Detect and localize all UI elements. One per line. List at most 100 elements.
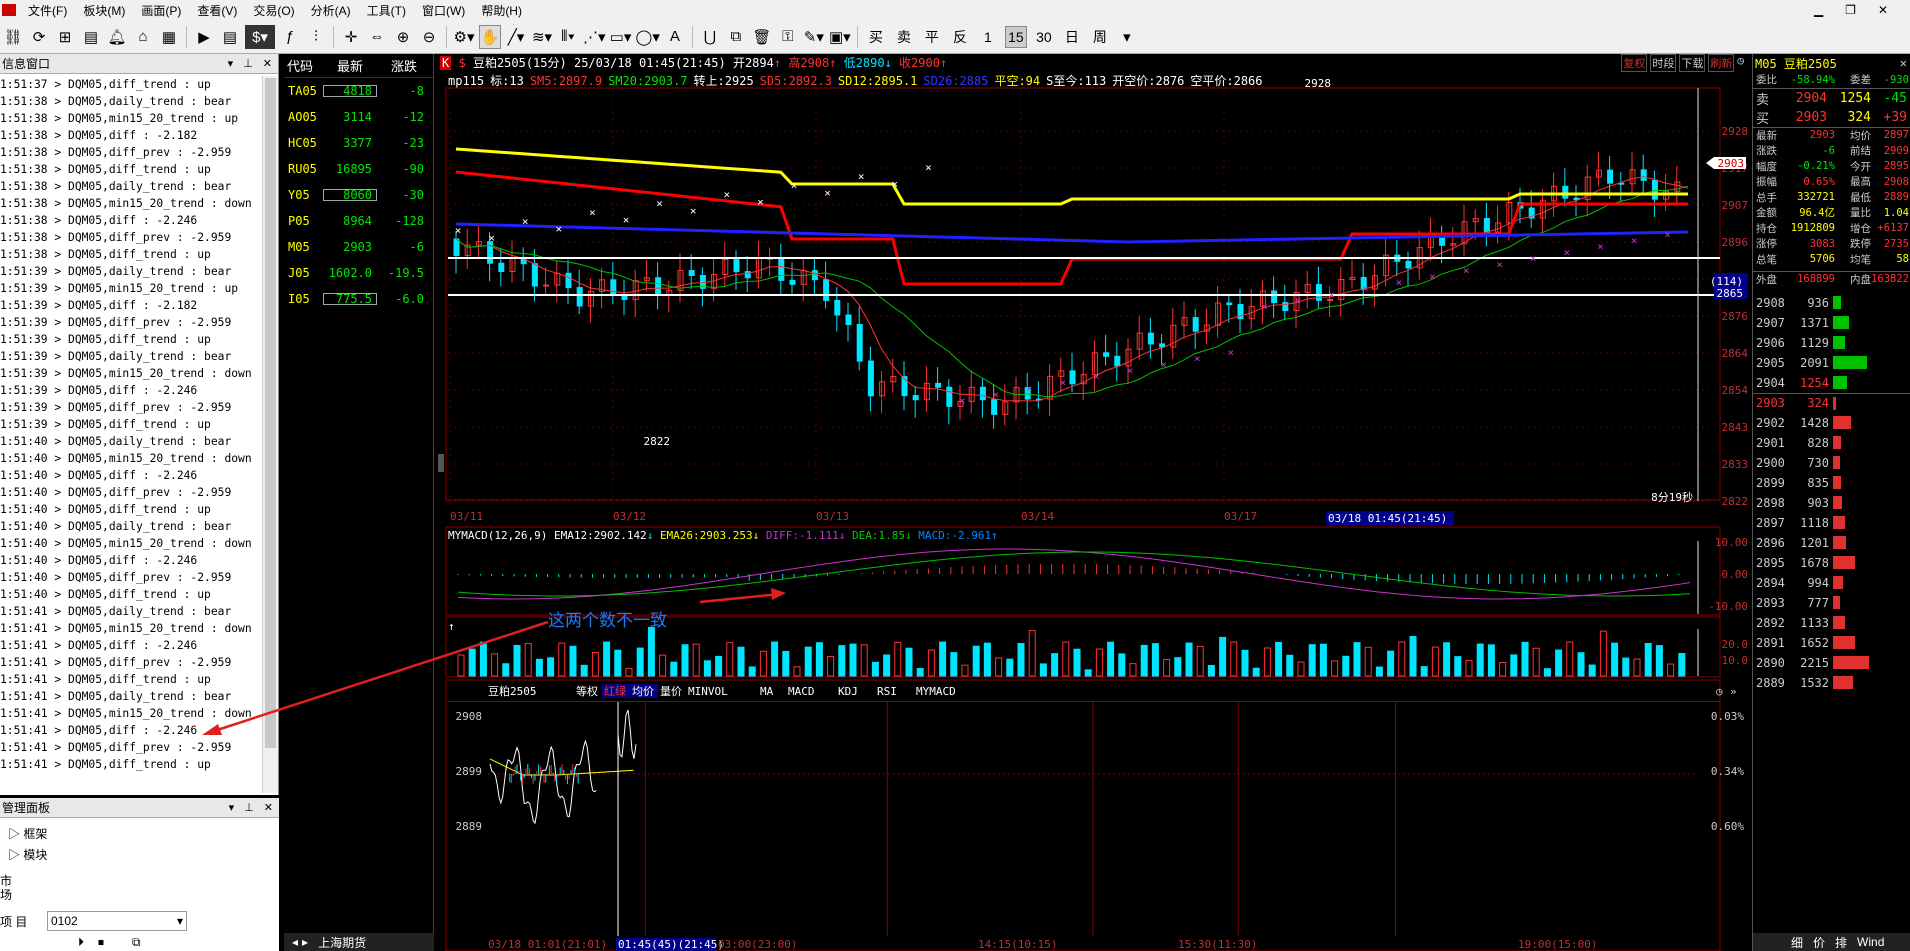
report-icon[interactable]: ▤ [219, 25, 241, 49]
menu-help[interactable]: 帮助(H) [473, 2, 530, 19]
quote-row[interactable]: Y05 8060 -30 [284, 182, 433, 208]
magnet-icon[interactable]: ⋃ [699, 25, 721, 49]
sell-button[interactable]: 卖 [893, 26, 915, 48]
quote-row[interactable]: AO05 3114 -12 [284, 104, 433, 130]
bell-icon[interactable]: 🔔︎ [106, 25, 128, 49]
pin-icon[interactable]: ⊥ [244, 801, 254, 814]
more-periods-icon[interactable]: ▾ [1116, 25, 1138, 49]
vertical-lines-icon[interactable]: ⦀▾ [557, 25, 579, 49]
play-icon[interactable]: ▶ [193, 25, 215, 49]
close-icon[interactable]: ✕ [264, 801, 273, 814]
intraday-tab[interactable]: MINVOL [688, 685, 728, 698]
text-tool-icon[interactable]: A [664, 25, 686, 49]
intraday-tab[interactable]: 豆粕2505 [488, 684, 537, 698]
intraday-tab[interactable]: KDJ [838, 685, 858, 698]
fan-tool-icon[interactable]: ⋰▾ [583, 25, 606, 49]
col-code[interactable]: 代码 [284, 56, 322, 75]
menu-analysis[interactable]: 分析(A) [303, 2, 359, 19]
tab-wind[interactable]: Wind [1857, 935, 1884, 949]
grid-icon[interactable]: ⊞ [54, 25, 76, 49]
menu-tools[interactable]: 工具(T) [359, 2, 414, 19]
scrollbar-thumb[interactable] [265, 78, 276, 748]
tab-detail[interactable]: 细 [1791, 934, 1803, 951]
item-combo[interactable]: 0102 ▾ [47, 911, 187, 931]
refresh-icon[interactable]: ⟳ [28, 25, 50, 49]
formula-icon[interactable]: ƒ [279, 25, 301, 49]
col-last[interactable]: 最新 [322, 56, 378, 75]
zoom-in-icon[interactable]: ⊕ [392, 25, 414, 49]
buy-button[interactable]: 买 [865, 26, 887, 48]
quote-row[interactable]: J05 1602.0 -19.5 [284, 260, 433, 286]
expand-icon[interactable]: » [1730, 685, 1737, 698]
period-day-button[interactable]: 日 [1061, 26, 1083, 48]
intraday-tab[interactable]: MA [760, 685, 774, 698]
tree-item-frame[interactable]: ▷ 框架 [8, 824, 279, 845]
tab-rank[interactable]: 排 [1835, 934, 1847, 951]
hand-icon[interactable]: ✋ [479, 24, 501, 49]
period-15min-button[interactable]: 15 [1004, 25, 1027, 48]
buy-quote[interactable]: 买 2903 324 +39 [1753, 108, 1910, 128]
pin-icon[interactable]: ⊥ [243, 57, 253, 70]
menu-window[interactable]: 窗口(W) [414, 2, 473, 19]
circle-tool-icon[interactable]: ◯▾ [636, 25, 660, 49]
menu-file[interactable]: 文件(F) [20, 2, 75, 19]
prev-tab-icon[interactable]: ◂ [292, 935, 298, 949]
indicator-icon[interactable]: ⫶ [305, 25, 327, 49]
col-change[interactable]: 涨跌 [378, 56, 430, 75]
save-icon[interactable]: ▣▾ [829, 25, 851, 49]
period-30min-button[interactable]: 30 [1033, 26, 1055, 48]
dollar-icon[interactable]: $▾ [245, 24, 275, 49]
expand-icon[interactable]: ▷ [8, 827, 23, 841]
delete-icon[interactable]: 🗑︎ [751, 25, 773, 49]
restore-icon[interactable]: ❐ [1845, 3, 1856, 17]
close-icon[interactable]: ✕ [263, 57, 272, 70]
tree-item-module[interactable]: ▷ 模块 [8, 845, 279, 866]
zoom-out-icon[interactable]: ⊖ [418, 25, 440, 49]
clock-icon[interactable]: ◷ [1716, 685, 1723, 698]
quote-row[interactable]: M05 2903 -6 [284, 234, 433, 260]
next-tab-icon[interactable]: ▸ [302, 935, 308, 949]
quote-row[interactable]: RU05 16895 -90 [284, 156, 433, 182]
menu-trade[interactable]: 交易(O) [245, 2, 302, 19]
line-tool-icon[interactable]: ╱▾ [505, 25, 527, 49]
pen-icon[interactable]: ✎▾ [803, 25, 825, 49]
intraday-tab[interactable]: RSI [877, 685, 897, 698]
menu-view-page[interactable]: 画面(P) [133, 2, 189, 19]
quote-row[interactable]: P05 8964 -128 [284, 208, 433, 234]
export-icon[interactable]: ⧉ [132, 935, 141, 950]
chart-icon[interactable]: ▤ [80, 25, 102, 49]
close-icon[interactable]: ✕ [1878, 3, 1888, 17]
stop-icon[interactable]: ⏹ [98, 935, 104, 950]
intraday-tab[interactable]: MYMACD [916, 685, 956, 698]
chart-canvas[interactable]: 2928291729072896288528762864285428432833… [438, 54, 1750, 951]
expand-icon[interactable]: ▷ [8, 848, 23, 862]
intraday-tab[interactable]: 量价 [660, 685, 682, 698]
play-icon[interactable]: ⏵ [78, 935, 84, 950]
dropdown-icon[interactable]: ▾ [228, 57, 234, 70]
reverse-button[interactable]: 反 [949, 26, 971, 48]
quote-row[interactable]: I05 775.5 -6.0 [284, 286, 433, 312]
lock-icon[interactable]: ⌂ [132, 25, 154, 49]
copy-icon[interactable]: ⧉ [725, 25, 747, 49]
menu-view[interactable]: 查看(V) [189, 2, 245, 19]
doc-icon[interactable]: ▦ [158, 25, 180, 49]
period-1min-button[interactable]: 1 [977, 26, 999, 48]
link-icon[interactable]: ⛓ [2, 25, 24, 49]
intraday-tab[interactable]: MACD [788, 685, 815, 698]
chart-area[interactable]: K $ 豆粕2505(15分) 25/03/18 01:45(21:45) 开2… [438, 54, 1750, 951]
dropdown-icon[interactable]: ▾ [229, 801, 235, 814]
exchange-tab[interactable]: 上海期货 [318, 934, 366, 951]
intraday-tab[interactable]: 红绿 [604, 684, 626, 698]
quote-row[interactable]: TA05 4818 -8 [284, 78, 433, 104]
close-position-button[interactable]: 平 [921, 26, 943, 48]
move-icon[interactable]: ⇔ [366, 25, 388, 49]
close-icon[interactable]: ✕ [1900, 56, 1910, 70]
intraday-tab[interactable]: 均价 [632, 685, 654, 698]
channel-tool-icon[interactable]: ≋▾ [531, 25, 553, 49]
period-week-button[interactable]: 周 [1089, 26, 1111, 48]
rect-tool-icon[interactable]: ▭▾ [610, 25, 632, 49]
crosshair-icon[interactable]: ✛ [340, 25, 362, 49]
quote-row[interactable]: HC05 3377 -23 [284, 130, 433, 156]
intraday-tab[interactable]: 等权 [576, 684, 598, 698]
padlock-icon[interactable]: ⚿ [777, 25, 799, 49]
